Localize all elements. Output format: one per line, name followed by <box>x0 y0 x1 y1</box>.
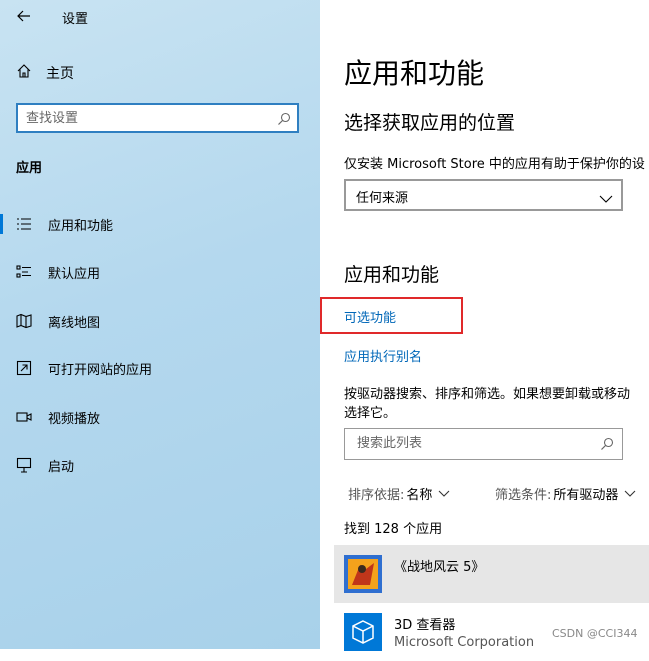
app-source-dropdown[interactable]: 任何来源 <box>344 179 623 211</box>
watermark: CSDN @CCI344 <box>552 627 638 640</box>
offline-maps-icon <box>16 313 32 329</box>
sidebar-item-label: 视频播放 <box>48 412 101 427</box>
dropdown-value: 任何来源 <box>356 191 409 206</box>
sidebar-item-apps-for-websites[interactable]: 可打开网站的应用 <box>0 353 320 383</box>
app-name: 《战地风云 5》 <box>394 560 485 575</box>
apps-section-description: 按驱动器搜索、排序和筛选。如果想要卸载或移动 选择它。 <box>344 385 649 423</box>
install-section-title: 选择获取应用的位置 <box>344 112 516 134</box>
chevron-down-icon <box>599 189 613 208</box>
settings-search-input[interactable] <box>24 110 268 127</box>
apps-section-title: 应用和功能 <box>344 264 440 286</box>
page-title: 应用和功能 <box>344 57 485 90</box>
description-line-2: 选择它。 <box>344 406 397 421</box>
description-line-1: 按驱动器搜索、排序和筛选。如果想要卸载或移动 <box>344 387 631 402</box>
install-section-description: 仅安装 Microsoft Store 中的应用有助于保护你的设 <box>344 157 645 172</box>
sidebar-item-label: 默认应用 <box>48 267 101 282</box>
sidebar-item-startup[interactable]: 启动 <box>0 450 320 480</box>
sidebar-item-label: 应用和功能 <box>48 219 114 234</box>
sidebar-item-apps-features[interactable]: 应用和功能 <box>0 209 320 239</box>
sort-by-label: 排序依据: <box>348 488 405 503</box>
filter-by-label: 筛选条件: <box>495 488 552 503</box>
chevron-down-icon <box>625 490 636 497</box>
video-playback-icon <box>16 409 32 425</box>
app-publisher: Microsoft Corporation <box>394 635 535 650</box>
settings-search-box[interactable] <box>16 103 299 133</box>
apps-for-websites-icon <box>16 360 32 376</box>
sidebar-item-video-playback[interactable]: 视频播放 <box>0 402 320 432</box>
battlefield-5-icon <box>344 555 382 593</box>
sort-by-dropdown[interactable]: 排序依据: 名称 <box>348 484 450 503</box>
search-icon[interactable] <box>277 111 291 130</box>
default-apps-icon <box>16 264 32 280</box>
app-list-search-input[interactable] <box>355 435 589 452</box>
app-list-search-box[interactable] <box>344 428 623 460</box>
sidebar-item-label: 可打开网站的应用 <box>48 363 153 378</box>
app-list-item[interactable]: 《战地风云 5》 <box>334 545 649 603</box>
sidebar-item-label: 启动 <box>48 460 75 475</box>
sidebar-home[interactable]: 主页 <box>16 62 74 84</box>
apps-features-icon <box>16 216 32 232</box>
sidebar-section-title: 应用 <box>16 161 43 176</box>
filter-by-dropdown[interactable]: 筛选条件: 所有驱动器 <box>495 484 636 503</box>
startup-icon <box>16 457 32 473</box>
optional-features-link[interactable]: 可选功能 <box>344 307 396 326</box>
3d-viewer-icon <box>344 613 382 651</box>
window-title: 设置 <box>62 12 89 27</box>
sidebar-item-label: 离线地图 <box>48 316 101 331</box>
search-icon[interactable] <box>600 436 614 455</box>
app-count: 找到 128 个应用 <box>344 522 443 537</box>
app-execution-aliases-link[interactable]: 应用执行别名 <box>344 346 422 365</box>
chevron-down-icon <box>439 490 450 497</box>
sort-by-value: 名称 <box>406 488 433 503</box>
settings-sidebar: 设置 主页 应用 应用和功能 默认应用 离线地图 可打开 <box>0 0 320 649</box>
filter-by-value: 所有驱动器 <box>553 488 619 503</box>
home-icon <box>16 63 32 83</box>
app-name: 3D 查看器 <box>394 618 456 633</box>
home-label: 主页 <box>46 66 74 82</box>
title-bar: 设置 <box>0 0 320 34</box>
back-arrow-icon[interactable] <box>14 6 34 26</box>
sidebar-item-default-apps[interactable]: 默认应用 <box>0 257 320 287</box>
sidebar-item-offline-maps[interactable]: 离线地图 <box>0 306 320 336</box>
